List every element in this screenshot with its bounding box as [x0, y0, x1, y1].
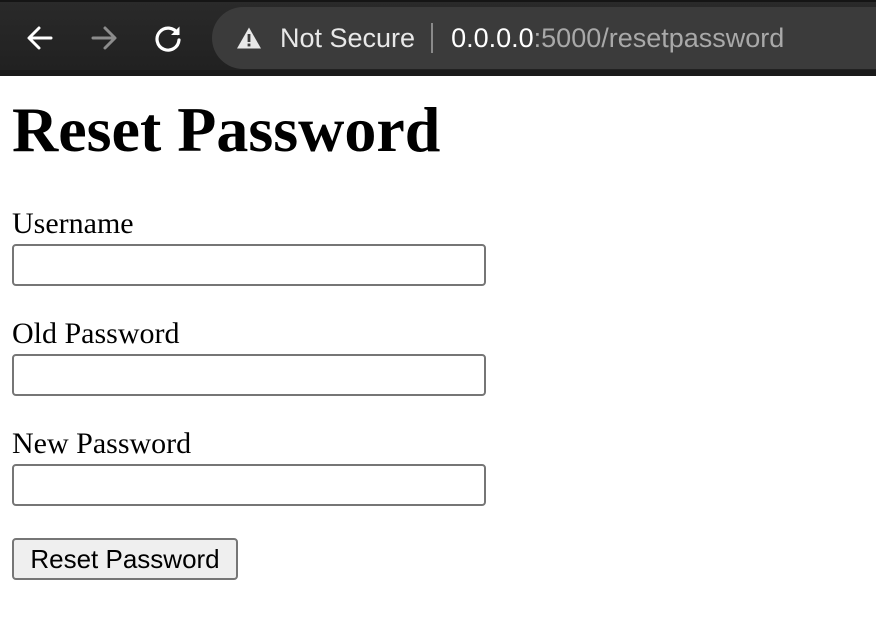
page-title: Reset Password [12, 94, 441, 165]
security-status-text[interactable]: Not Secure [280, 23, 415, 54]
toolbar-bottom-edge [0, 70, 876, 76]
forward-button[interactable] [82, 16, 126, 60]
url-path[interactable]: :5000/resetpassword [534, 23, 785, 54]
browser-toolbar: Not Secure 0.0.0.0:5000/resetpassword [0, 0, 876, 76]
url-host[interactable]: 0.0.0.0 [451, 23, 534, 54]
arrow-right-icon [89, 23, 119, 53]
arrow-left-icon [25, 23, 55, 53]
address-bar[interactable]: Not Secure 0.0.0.0:5000/resetpassword [212, 7, 876, 69]
reload-button[interactable] [146, 16, 190, 60]
warning-triangle-icon[interactable] [236, 26, 262, 50]
old-password-label: Old Password [12, 317, 180, 350]
address-bar-divider [431, 23, 434, 53]
old-password-input[interactable] [12, 354, 486, 396]
username-input[interactable] [12, 244, 486, 286]
reset-password-button[interactable]: Reset Password [12, 538, 238, 580]
back-button[interactable] [18, 16, 62, 60]
new-password-label: New Password [12, 427, 192, 460]
new-password-input[interactable] [12, 464, 486, 506]
toolbar-top-edge [0, 0, 876, 2]
username-label: Username [12, 207, 134, 240]
reload-icon [153, 23, 183, 53]
